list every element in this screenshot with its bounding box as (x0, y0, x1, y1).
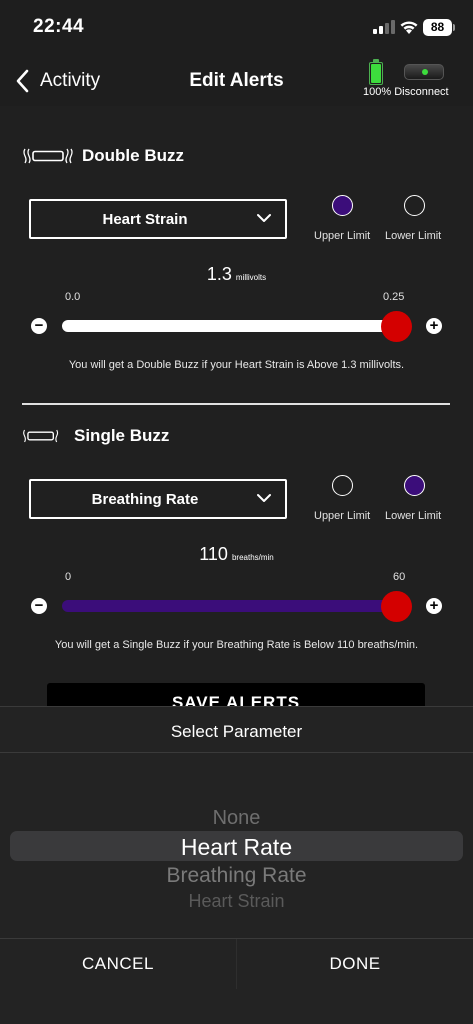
parameter-picker-sheet: Select Parameter None Heart Rate Breathi… (0, 706, 473, 1024)
double-buzz-value-readout: 1.3 millivolts (0, 264, 473, 285)
double-buzz-hint: You will get a Double Buzz if your Heart… (68, 359, 405, 371)
double-buzz-slider-thumb[interactable] (380, 311, 412, 342)
double-buzz-lower-limit-radio[interactable] (404, 195, 425, 216)
picker-option-heart-strain[interactable]: Heart Strain (0, 891, 473, 912)
single-buzz-parameter-select[interactable]: Breathing Rate (29, 479, 287, 519)
double-buzz-lower-limit-label: Lower Limit (385, 230, 442, 242)
chevron-down-icon (257, 494, 271, 502)
double-buzz-parameter-value: Heart Strain (102, 211, 188, 228)
alerts-content: Double Buzz Heart Strain Upper Limit Low… (0, 106, 473, 723)
double-buzz-title: Double Buzz (82, 146, 184, 165)
double-buzz-min-label: 0.0 (65, 291, 81, 303)
picker-option-none[interactable]: None (0, 807, 473, 830)
double-buzz-unit: millivolts (235, 273, 267, 282)
single-buzz-max-label: 60 (393, 571, 406, 583)
double-buzz-value: 1.3 (206, 264, 232, 284)
double-buzz-decrement-button[interactable]: − (31, 318, 47, 334)
chevron-down-icon (257, 214, 271, 222)
battery-icon: 88 (423, 19, 455, 36)
picker-option-breathing-rate[interactable]: Breathing Rate (0, 864, 473, 888)
done-button[interactable]: DONE (237, 939, 473, 989)
picker-title: Select Parameter (170, 722, 303, 741)
double-buzz-upper-limit-radio[interactable] (332, 195, 353, 216)
picker-option-heart-rate[interactable]: Heart Rate (0, 834, 473, 861)
single-buzz-upper-limit-label: Upper Limit (314, 510, 371, 522)
single-buzz-title: Single Buzz (74, 426, 170, 445)
single-buzz-unit: breaths/min (231, 553, 274, 562)
status-time: 22:44 (33, 16, 85, 37)
single-buzz-upper-limit-radio[interactable] (332, 475, 353, 496)
single-buzz-icon (23, 429, 59, 443)
single-buzz-lower-limit-radio[interactable] (404, 475, 425, 496)
device-battery-icon (369, 59, 383, 85)
double-buzz-increment-button[interactable]: + (426, 318, 442, 334)
double-buzz-icon (23, 148, 73, 164)
picker-footer: CANCEL DONE (0, 938, 473, 989)
single-buzz-slider-track[interactable] (62, 600, 396, 612)
wifi-icon (400, 21, 418, 34)
double-buzz-slider-track[interactable] (62, 320, 396, 332)
disconnect-link[interactable]: Disconnect (394, 86, 448, 98)
single-buzz-lower-limit-label: Lower Limit (385, 510, 442, 522)
double-buzz-upper-limit-label: Upper Limit (314, 230, 371, 242)
device-status[interactable]: 100% Disconnect (363, 86, 449, 98)
section-divider (22, 403, 450, 405)
double-buzz-header: Double Buzz (22, 146, 184, 166)
device-battery-percent: 100% (363, 86, 392, 98)
single-buzz-header: Single Buzz (22, 426, 169, 446)
cancel-button[interactable]: CANCEL (0, 939, 236, 989)
edit-alerts-screen: 22:44 88 Activity Edit Alerts 100% Disco… (0, 0, 473, 1024)
double-buzz-parameter-select[interactable]: Heart Strain (29, 199, 287, 239)
single-buzz-hint: You will get a Single Buzz if your Breat… (54, 639, 419, 651)
single-buzz-increment-button[interactable]: + (426, 598, 442, 614)
device-sensor-icon[interactable] (404, 64, 444, 80)
single-buzz-parameter-value: Breathing Rate (91, 491, 199, 508)
status-bar: 22:44 88 (0, 0, 473, 56)
single-buzz-decrement-button[interactable]: − (31, 598, 47, 614)
single-buzz-slider-thumb[interactable] (380, 591, 412, 622)
single-buzz-value: 110 (199, 544, 228, 564)
single-buzz-min-label: 0 (65, 571, 72, 583)
nav-bar: Activity Edit Alerts 100% Disconnect (0, 56, 473, 106)
cellular-signal-icon (373, 20, 395, 34)
picker-header: Select Parameter (0, 706, 473, 753)
double-buzz-max-label: 0.25 (383, 291, 405, 303)
single-buzz-value-readout: 110 breaths/min (0, 544, 473, 565)
